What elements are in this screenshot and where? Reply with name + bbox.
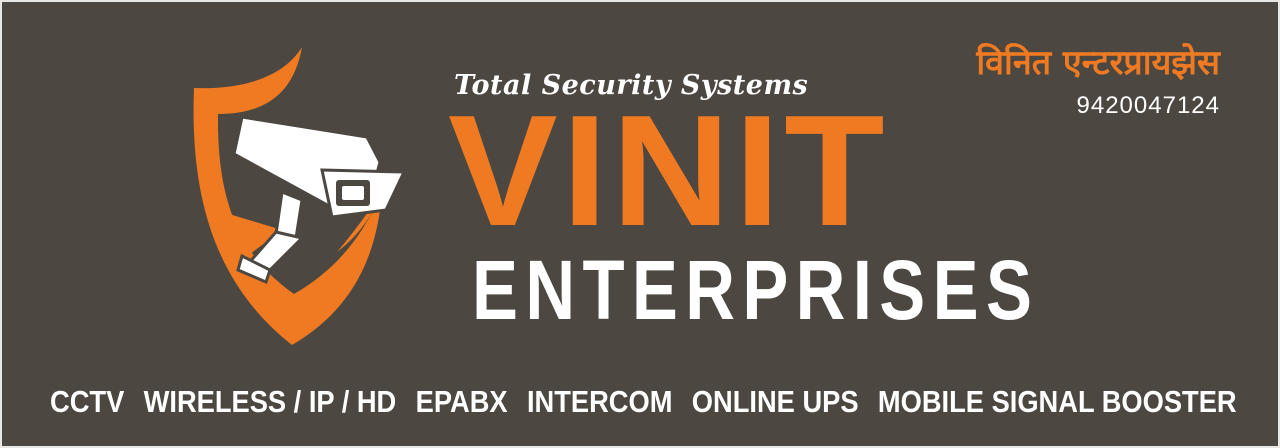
security-camera-shield-icon [193,47,407,345]
services-list: CCTV WIRELESS / IP / HD EPABX INTERCOM O… [50,382,1237,422]
service-item: MOBILE SIGNAL BOOSTER [877,384,1237,419]
banner: Total Security Systems VINIT ENTERPRISES… [0,0,1280,448]
service-item: INTERCOM [526,384,673,419]
service-item: CCTV [50,384,125,419]
phone-number: 9420047124 [1076,92,1220,119]
service-item: ONLINE UPS [691,384,859,419]
camera-icon [232,115,407,285]
service-item: WIRELESS / IP / HD [143,384,397,419]
brand-name-secondary: ENTERPRISES [472,243,1040,337]
brand-name-primary: VINIT [448,83,889,259]
brand-name-marathi: विनित एन्टरप्रायझेस [976,43,1220,83]
service-item: EPABX [415,384,508,419]
